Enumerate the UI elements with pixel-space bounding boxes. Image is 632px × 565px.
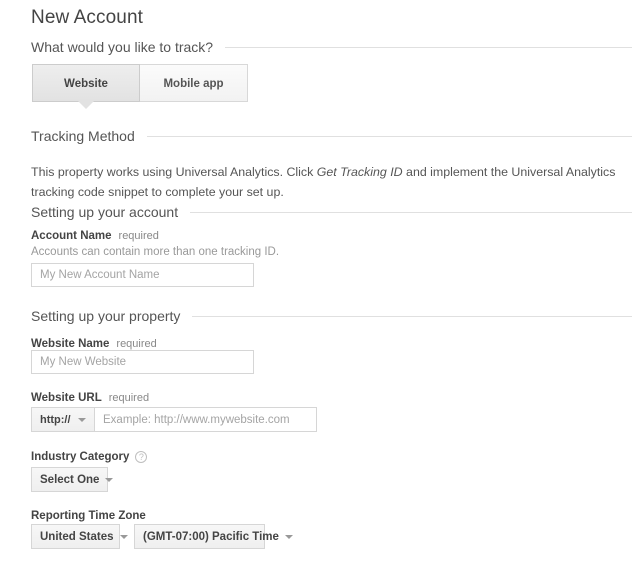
website-url-scheme-label: http:// [40, 413, 71, 426]
section-heading-track: What would you like to track? [31, 38, 632, 56]
website-name-required-text: required [116, 338, 157, 350]
page-title: New Account [31, 7, 143, 28]
new-account-page: New Account What would you like to track… [0, 0, 632, 565]
reporting-time-zone-zone-select[interactable]: (GMT-07:00) Pacific Time [134, 524, 293, 549]
industry-category-label: Industry Category ? [31, 450, 148, 464]
website-url-row: http:// [31, 407, 317, 432]
account-name-label: Account Name required [31, 229, 159, 243]
website-name-input[interactable] [31, 350, 254, 374]
section-heading-account: Setting up your account [31, 203, 632, 221]
website-name-label-text: Website Name [31, 338, 110, 350]
tab-mobile-app-label: Mobile app [163, 78, 224, 90]
tab-website-label: Website [64, 78, 108, 90]
reporting-time-zone-label-text: Reporting Time Zone [31, 510, 146, 522]
reporting-time-zone-country-value: United States [40, 530, 114, 543]
section-heading-property: Setting up your property [31, 307, 632, 325]
industry-category-label-text: Industry Category [31, 451, 130, 463]
account-name-input[interactable] [31, 263, 254, 287]
tab-selected-pointer-icon [78, 101, 94, 109]
website-url-label: Website URL required [31, 391, 149, 405]
tracking-method-emphasis: Get Tracking ID [316, 165, 403, 180]
section-rule [146, 135, 632, 137]
website-url-input[interactable] [95, 407, 317, 432]
account-name-label-text: Account Name [31, 230, 112, 242]
reporting-time-zone-country-select[interactable]: United States [31, 524, 128, 549]
website-url-scheme-select[interactable]: http:// [31, 407, 95, 432]
section-rule [225, 46, 632, 48]
account-name-required-text: required [118, 230, 159, 242]
section-heading-account-label: Setting up your account [31, 204, 179, 220]
tracking-method-text-1: This property works using Universal Anal… [31, 165, 317, 180]
website-url-required-text: required [108, 392, 150, 404]
industry-category-selected-value: Select One [40, 473, 100, 486]
account-name-hint: Accounts can contain more than one track… [31, 246, 280, 258]
website-name-label: Website Name required [31, 337, 157, 351]
track-type-tabs: Website Mobile app [32, 64, 248, 109]
tab-mobile-app[interactable]: Mobile app [140, 64, 248, 102]
question-mark-icon[interactable]: ? [135, 451, 148, 463]
section-heading-tracking-method: Tracking Method [31, 127, 632, 145]
tab-website[interactable]: Website [32, 64, 140, 109]
section-heading-tracking-method-label: Tracking Method [31, 128, 135, 144]
section-rule [190, 211, 632, 213]
industry-category-select[interactable]: Select One [31, 467, 114, 492]
section-heading-property-label: Setting up your property [31, 308, 181, 324]
website-url-label-text: Website URL [31, 392, 102, 404]
section-heading-track-label: What would you like to track? [31, 39, 214, 55]
tracking-method-description: This property works using Universal Anal… [31, 162, 625, 202]
reporting-time-zone-label: Reporting Time Zone [31, 509, 146, 523]
section-rule [192, 315, 632, 317]
reporting-time-zone-zone-value: (GMT-07:00) Pacific Time [143, 530, 279, 543]
